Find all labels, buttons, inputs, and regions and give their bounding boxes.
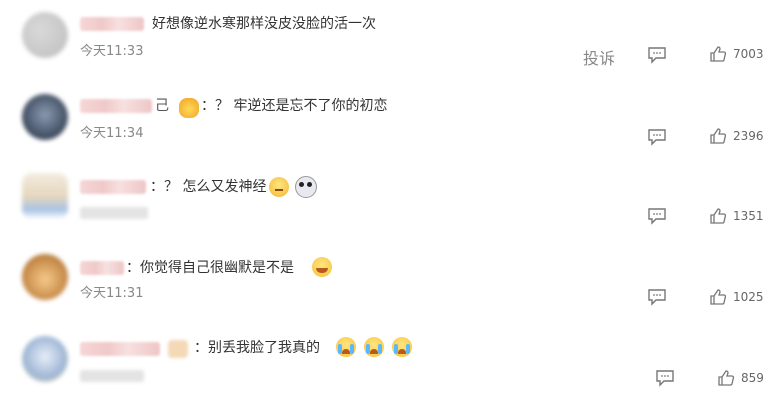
comment-time-blurred bbox=[80, 370, 144, 382]
username-blurred[interactable] bbox=[80, 99, 152, 113]
comment-icon[interactable] bbox=[647, 128, 667, 146]
panda-emoji-icon bbox=[295, 176, 317, 198]
like-count: 1025 bbox=[733, 290, 764, 304]
comment-text: ：？ 怎么又发神经 bbox=[150, 179, 267, 195]
thumbs-up-icon bbox=[710, 208, 727, 224]
thumbs-up-icon bbox=[718, 370, 735, 386]
laughing-emoji-icon bbox=[312, 257, 332, 277]
badge-blurred bbox=[168, 340, 188, 358]
comment-icon[interactable] bbox=[647, 207, 667, 225]
username-blurred[interactable] bbox=[80, 17, 144, 31]
like-button[interactable]: 1351 bbox=[709, 207, 764, 225]
comment-item: 好想像逆水寒那样没皮没脸的活一次 今天11:33 投诉 7003 bbox=[0, 0, 781, 80]
like-count: 2396 bbox=[733, 129, 764, 143]
thumbs-up-icon bbox=[710, 128, 727, 144]
crying-emoji-icon bbox=[364, 337, 384, 357]
like-button[interactable]: 1025 bbox=[709, 288, 764, 306]
crying-emoji-icon bbox=[392, 337, 412, 357]
comment-icon[interactable] bbox=[655, 369, 675, 387]
thinking-emoji-icon bbox=[269, 177, 289, 197]
username-blurred[interactable] bbox=[80, 261, 124, 275]
comment-time-blurred bbox=[80, 207, 148, 219]
comment-item: ：你觉得自己很幽默是不是 今天11:31 1025 bbox=[0, 244, 781, 324]
username-blurred[interactable] bbox=[80, 342, 160, 356]
avatar[interactable] bbox=[22, 12, 68, 58]
comment-item: ：？ 怎么又发神经 1351 bbox=[0, 163, 781, 243]
thumbs-up-icon bbox=[710, 46, 727, 62]
comment-item: 己 ：？ 牢逆还是忘不了你的初恋 今天11:34 2396 bbox=[0, 82, 781, 162]
avatar[interactable] bbox=[22, 254, 68, 300]
like-button[interactable]: 2396 bbox=[709, 127, 764, 145]
comment-text: ：你觉得自己很幽默是不是 bbox=[126, 260, 294, 276]
like-count: 1351 bbox=[733, 209, 764, 223]
like-count: 859 bbox=[741, 371, 764, 385]
username-blurred[interactable] bbox=[80, 180, 146, 194]
thumbs-up-icon bbox=[710, 289, 727, 305]
comment-time: 今天11:34 bbox=[80, 126, 144, 141]
comment-time: 今天11:31 bbox=[80, 286, 144, 301]
crying-emoji-icon bbox=[336, 337, 356, 357]
comment-icon[interactable] bbox=[647, 46, 667, 64]
comment-item: ：别丢我脸了我真的 859 bbox=[0, 326, 781, 406]
complain-button[interactable]: 投诉 bbox=[583, 45, 615, 69]
like-button[interactable]: 859 bbox=[717, 369, 764, 387]
comment-text: ：？ 牢逆还是忘不了你的初恋 bbox=[201, 98, 388, 114]
avatar[interactable] bbox=[22, 173, 68, 219]
username-tail: 己 bbox=[155, 98, 169, 114]
crown-badge-icon bbox=[179, 98, 199, 118]
comment-text: ：别丢我脸了我真的 bbox=[194, 340, 320, 356]
comment-text: 好想像逆水寒那样没皮没脸的活一次 bbox=[152, 16, 376, 32]
comment-icon[interactable] bbox=[647, 288, 667, 306]
comment-time: 今天11:33 bbox=[80, 44, 144, 59]
like-count: 7003 bbox=[733, 47, 764, 61]
avatar[interactable] bbox=[22, 336, 68, 382]
like-button[interactable]: 7003 bbox=[709, 45, 764, 63]
avatar[interactable] bbox=[22, 94, 68, 140]
